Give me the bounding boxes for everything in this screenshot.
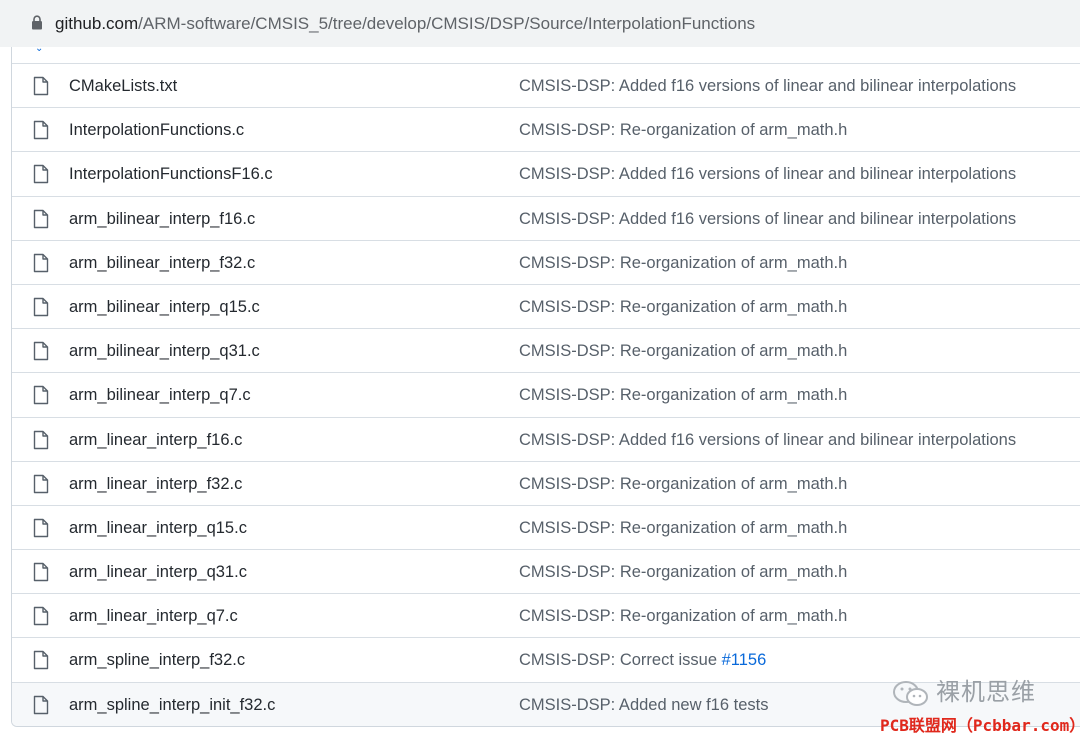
file-name-link[interactable]: arm_bilinear_interp_q31.c (69, 340, 260, 362)
file-name-link[interactable]: arm_linear_interp_q7.c (69, 605, 238, 627)
file-row[interactable]: InterpolationFunctionsF16.c CMSIS-DSP: Ad… (12, 152, 1080, 197)
file-name-link[interactable]: arm_linear_interp_f16.c (69, 429, 242, 451)
commit-message-text: CMSIS-DSP: Added f16 versions of linear … (519, 209, 1017, 228)
file-name-link[interactable]: CMakeLists.txt (69, 75, 177, 97)
commit-message-text: CMSIS-DSP: Added f16 versions of linear … (519, 430, 1017, 449)
file-row[interactable]: arm_bilinear_interp_f16.c CMSIS-DSP: Adde… (12, 197, 1080, 241)
file-icon (33, 165, 49, 184)
file-name-link[interactable]: InterpolationFunctions.c (69, 119, 244, 141)
commit-message-link[interactable]: CMSIS-DSP: Added new f16 tests (519, 694, 768, 716)
file-row[interactable]: arm_bilinear_interp_q7.c CMSIS-DSP: Re-or… (12, 373, 1080, 418)
file-icon (33, 518, 49, 538)
file-name-link[interactable]: arm_linear_interp_q15.c (69, 517, 247, 539)
commit-message-link[interactable]: CMSIS-DSP: Correct issue #1156 (519, 649, 766, 671)
file-row[interactable]: arm_linear_interp_q15.c CMSIS-DSP: Re-org… (12, 506, 1080, 551)
issue-link[interactable]: #1156 (722, 651, 767, 669)
browser-address-bar[interactable]: github.com/ARM-software/CMSIS_5/tree/dev… (0, 0, 1080, 47)
file-name-link[interactable]: arm_spline_interp_f32.c (69, 649, 245, 671)
file-name-link[interactable]: arm_linear_interp_q31.c (69, 561, 247, 583)
file-name-link[interactable]: InterpolationFunctionsF16.c (69, 163, 273, 185)
file-name-link[interactable]: arm_bilinear_interp_f16.c (69, 208, 255, 230)
commit-message-text: CMSIS-DSP: Added new f16 tests (519, 695, 769, 714)
wechat-watermark: 裸机思维 (892, 676, 1052, 710)
file-row[interactable]: arm_linear_interp_q31.c CMSIS-DSP: Re-org… (12, 550, 1080, 595)
file-name-link[interactable]: arm_bilinear_interp_q15.c (69, 296, 260, 318)
commit-message-text: CMSIS-DSP: Re-organization of arm_math.h (519, 297, 848, 316)
wechat-watermark-text: 裸机思维 (936, 678, 1036, 706)
file-name-link[interactable]: arm_bilinear_interp_q7.c (69, 384, 251, 406)
file-icon (33, 386, 49, 405)
file-row[interactable]: arm_linear_interp_q7.c CMSIS-DSP: Re-orga… (12, 594, 1080, 639)
url-path: /ARM-software/CMSIS_5/tree/develop/CMSIS… (138, 14, 756, 33)
file-icon (33, 209, 49, 228)
commit-message-link[interactable]: CMSIS-DSP: Re-organization of arm_math.h (519, 384, 847, 406)
file-name-link[interactable]: arm_bilinear_interp_f32.c (69, 252, 255, 274)
commit-message-link[interactable]: CMSIS-DSP: Added f16 versions of linear … (519, 429, 1016, 451)
file-row[interactable]: arm_linear_interp_f16.c CMSIS-DSP: Added … (12, 418, 1080, 462)
commit-message-link[interactable]: CMSIS-DSP: Re-organization of arm_math.h (519, 561, 847, 583)
file-row[interactable]: InterpolationFunctions.c CMSIS-DSP: Re-or… (12, 108, 1080, 153)
commit-message-text: CMSIS-DSP: Correct issue (519, 651, 722, 670)
commit-message-text: CMSIS-DSP: Added f16 versions of linear … (519, 165, 1017, 184)
file-row[interactable]: arm_bilinear_interp_q15.c CMSIS-DSP: Re-o… (12, 285, 1080, 330)
commit-message-link[interactable]: CMSIS-DSP: Re-organization of arm_math.h (519, 296, 847, 318)
commit-message-text: CMSIS-DSP: Re-organization of arm_math.h (519, 253, 848, 272)
commit-message-text: CMSIS-DSP: Re-organization of arm_math.h (519, 121, 848, 140)
directory-icon: ⌄ (35, 47, 44, 54)
file-icon (33, 253, 49, 272)
file-icon (33, 651, 49, 670)
file-icon (33, 474, 49, 493)
commit-message-link[interactable]: CMSIS-DSP: Re-organization of arm_math.h (519, 252, 847, 274)
url-text[interactable]: github.com/ARM-software/CMSIS_5/tree/dev… (55, 13, 755, 35)
url-host: github.com (55, 14, 139, 33)
file-icon (33, 341, 49, 361)
site-watermark: PCB联盟网（Pcbbar.com） (880, 716, 1080, 735)
file-icon (33, 562, 49, 582)
commit-message-link[interactable]: CMSIS-DSP: Re-organization of arm_math.h (519, 605, 847, 627)
file-row[interactable]: arm_linear_interp_f32.c CMSIS-DSP: Re-org… (12, 462, 1080, 506)
file-row[interactable]: arm_bilinear_interp_f32.c CMSIS-DSP: Re-o… (12, 241, 1080, 285)
file-icon (33, 607, 49, 626)
file-icon (33, 430, 49, 449)
commit-message-link[interactable]: CMSIS-DSP: Re-organization of arm_math.h (519, 517, 847, 539)
lock-icon[interactable] (31, 15, 43, 30)
commit-message-link[interactable]: CMSIS-DSP: Added f16 versions of linear … (519, 208, 1016, 230)
file-name-link[interactable]: arm_linear_interp_f32.c (69, 473, 242, 495)
file-row[interactable]: CMakeLists.txt CMSIS-DSP: Added f16 versi… (12, 64, 1080, 109)
commit-message-link[interactable]: CMSIS-DSP: Re-organization of arm_math.h (519, 119, 847, 141)
commit-message-text: CMSIS-DSP: Re-organization of arm_math.h (519, 386, 848, 405)
file-icon (33, 297, 49, 317)
commit-message-link[interactable]: CMSIS-DSP: Added f16 versions of linear … (519, 163, 1016, 185)
file-name-link[interactable]: arm_spline_interp_init_f32.c (69, 694, 275, 716)
commit-message-text: CMSIS-DSP: Re-organization of arm_math.h (519, 474, 848, 493)
commit-message-text: CMSIS-DSP: Added f16 versions of linear … (519, 77, 1017, 95)
file-icon (33, 76, 49, 96)
file-icon (33, 695, 49, 714)
file-list: ⌄ CMakeLists.txt CMSIS-DSP: Added f16 ver… (11, 47, 1080, 727)
file-icon (33, 120, 49, 140)
commit-message-link[interactable]: CMSIS-DSP: Re-organization of arm_math.h (519, 340, 847, 362)
file-row[interactable]: arm_bilinear_interp_q31.c CMSIS-DSP: Re-o… (12, 329, 1080, 374)
commit-message-text: CMSIS-DSP: Re-organization of arm_math.h (519, 563, 848, 582)
commit-message-text: CMSIS-DSP: Re-organization of arm_math.h (519, 518, 848, 537)
commit-message-link[interactable]: CMSIS-DSP: Re-organization of arm_math.h (519, 473, 847, 495)
commit-message-link[interactable]: CMSIS-DSP: Added f16 versions of linear … (519, 75, 1016, 97)
commit-message-text: CMSIS-DSP: Re-organization of arm_math.h (519, 607, 848, 626)
file-list-partial-row: ⌄ (12, 47, 1080, 64)
wechat-icon (893, 681, 928, 706)
commit-message-text: CMSIS-DSP: Re-organization of arm_math.h (519, 342, 848, 361)
